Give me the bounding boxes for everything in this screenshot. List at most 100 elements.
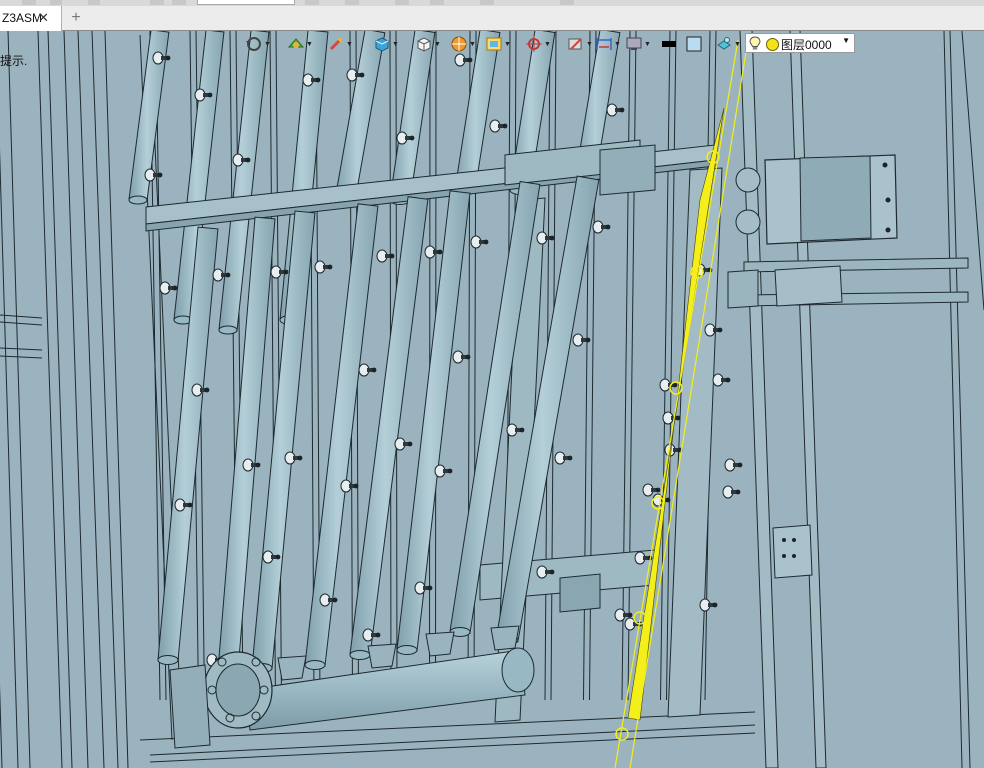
pan-button[interactable]: ▼ xyxy=(287,33,313,55)
target-button[interactable]: ▼ xyxy=(525,33,551,55)
display-button[interactable]: ▼ xyxy=(625,33,651,55)
nozzle-cap xyxy=(165,55,171,61)
chevron-down-icon[interactable]: ▼ xyxy=(504,41,511,48)
pipe-end-cap xyxy=(349,650,371,660)
view-box-button[interactable]: ▼ xyxy=(485,33,511,55)
nozzle-cap xyxy=(655,487,661,493)
nozzle-cap xyxy=(204,387,210,393)
rotate-button[interactable]: ▼ xyxy=(245,33,271,55)
toolbar-fragment[interactable] xyxy=(345,0,359,5)
nozzle-cap xyxy=(332,597,338,603)
nozzle-cap xyxy=(549,569,555,575)
nozzle-cap xyxy=(375,632,381,638)
nozzle-cap xyxy=(519,427,525,433)
wireframe-cube-icon xyxy=(417,37,431,52)
nozzle-cap xyxy=(172,285,178,291)
nozzle-cap xyxy=(359,72,365,78)
toolbar-fragment[interactable] xyxy=(150,0,164,5)
pipe-end-cap xyxy=(218,325,238,335)
section-button[interactable]: ▼ xyxy=(567,33,593,55)
motor-shaft-end xyxy=(735,209,761,235)
motor-face xyxy=(799,155,872,242)
nozzle-cap xyxy=(605,224,611,230)
mounting-bracket xyxy=(727,269,759,309)
nozzle-cap xyxy=(549,235,555,241)
chevron-down-icon[interactable]: ▼ xyxy=(644,41,651,48)
manifold-end-cap xyxy=(501,647,535,693)
zoom-button[interactable]: ▼ xyxy=(327,33,353,55)
layer-selector[interactable]: 图层0000 ▼ xyxy=(745,33,855,53)
pipe-end-cap xyxy=(128,195,148,205)
panel-screw xyxy=(792,538,796,542)
nozzle-cap xyxy=(225,272,231,278)
dimension-button[interactable]: ▼ xyxy=(595,33,621,55)
layer-selector-value: 图层0000 xyxy=(781,38,832,52)
nozzle-cap xyxy=(157,172,163,178)
black-color-button[interactable] xyxy=(660,33,678,55)
nozzle-cap xyxy=(725,377,731,383)
toolbar-fragment[interactable] xyxy=(430,0,444,5)
lightbulb-icon[interactable] xyxy=(749,36,761,51)
chevron-down-icon[interactable]: ▼ xyxy=(264,41,271,48)
motor-bolt xyxy=(885,197,891,203)
nozzle-cap xyxy=(371,367,377,373)
chevron-down-icon[interactable]: ▼ xyxy=(306,41,313,48)
toolbar-fragment[interactable] xyxy=(50,0,62,5)
clamp-block xyxy=(599,144,656,196)
nozzle-cap xyxy=(245,157,251,163)
nozzle-cap xyxy=(717,327,723,333)
chevron-down-icon[interactable]: ▼ xyxy=(586,41,593,48)
rotate-icon xyxy=(246,37,261,51)
chevron-down-icon[interactable]: ▼ xyxy=(614,41,621,48)
3d-viewport[interactable] xyxy=(0,31,984,768)
pan-icon xyxy=(287,38,305,48)
elbow-joint xyxy=(277,655,307,681)
appearance-button[interactable]: ▼ xyxy=(715,33,741,55)
light-blue-color-button[interactable] xyxy=(685,33,703,55)
wireframe-cube-button[interactable]: ▼ xyxy=(415,33,441,55)
chevron-down-icon[interactable]: ▼ xyxy=(544,41,551,48)
toolbar-fragment[interactable] xyxy=(305,0,319,5)
nozzle-cap xyxy=(283,269,289,275)
nozzle-cap xyxy=(407,441,413,447)
access-panel xyxy=(772,524,813,579)
chevron-down-icon[interactable]: ▼ xyxy=(392,41,399,48)
toolbar-fragment[interactable] xyxy=(395,0,409,5)
display-icon xyxy=(626,37,642,50)
elbow-joint xyxy=(425,631,455,657)
render-button[interactable]: ▼ xyxy=(450,33,476,55)
nozzle-cap xyxy=(409,135,415,141)
nozzle-cap xyxy=(619,107,625,113)
chevron-down-icon[interactable]: ▼ xyxy=(346,41,353,48)
document-tab-bar: Z3ASM ✕ + xyxy=(0,6,984,31)
zoom-icon xyxy=(329,37,343,51)
nozzle-cap xyxy=(327,264,333,270)
toolbar-fragment[interactable] xyxy=(172,0,186,5)
flange-inner xyxy=(215,663,261,717)
chevron-down-icon[interactable]: ▼ xyxy=(734,41,741,48)
toolbar-input-box[interactable] xyxy=(197,0,295,5)
motor-bolt xyxy=(882,162,888,168)
chevron-down-icon[interactable]: ▼ xyxy=(842,36,850,45)
nozzle-cap xyxy=(665,497,671,503)
shaded-cube-button[interactable]: ▼ xyxy=(373,33,399,55)
nozzle-cap xyxy=(735,489,741,495)
panel-screw xyxy=(782,554,786,558)
target-icon xyxy=(526,36,542,52)
nozzle-cap xyxy=(712,602,718,608)
document-tab-label: Z3ASM xyxy=(2,11,43,25)
flange-support xyxy=(169,664,211,749)
toolbar-fragment[interactable] xyxy=(88,0,100,5)
toolbar-fragment[interactable] xyxy=(22,0,36,5)
toolbar-fragment[interactable] xyxy=(560,0,574,5)
toolbar-fragment[interactable] xyxy=(480,0,494,5)
black-color-icon xyxy=(662,41,676,47)
chevron-down-icon[interactable]: ▼ xyxy=(469,41,476,48)
close-icon[interactable]: ✕ xyxy=(38,6,49,30)
pipe-end-cap xyxy=(396,645,418,655)
document-tab[interactable]: Z3ASM ✕ xyxy=(0,6,62,31)
add-tab-button[interactable]: + xyxy=(68,6,84,30)
motor-bolt xyxy=(885,227,891,233)
chevron-down-icon[interactable]: ▼ xyxy=(434,41,441,48)
nozzle-cap xyxy=(255,462,261,468)
